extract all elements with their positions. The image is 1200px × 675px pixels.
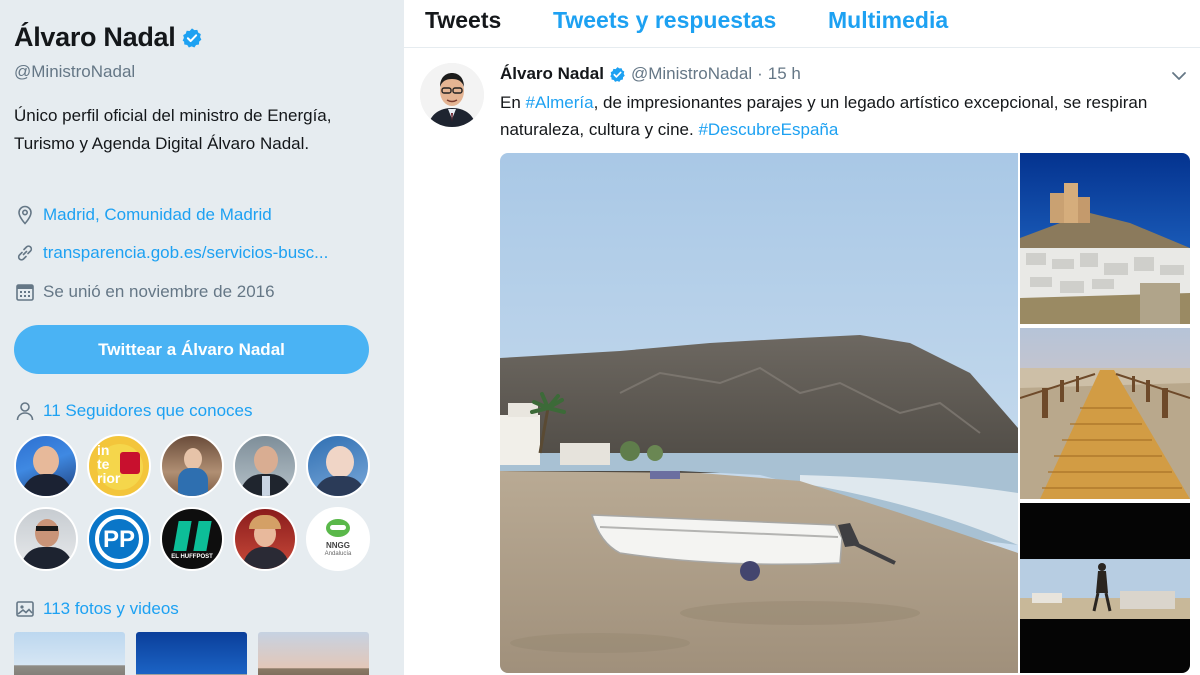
profile-name: Álvaro Nadal	[14, 22, 176, 52]
image-icon	[14, 599, 36, 619]
follower-avatar-6[interactable]	[14, 507, 78, 571]
tweet-author-handle[interactable]: @MinistroNadal	[631, 64, 752, 84]
hashtag-almeria[interactable]: #Almería	[526, 93, 594, 112]
website-link[interactable]: transparencia.gob.es/servicios-busc...	[43, 243, 328, 263]
follower-avatar-9[interactable]	[233, 507, 297, 571]
interior-logo-text-3: rior	[97, 470, 121, 486]
follower-avatar-5[interactable]	[306, 434, 370, 498]
followers-you-know-link[interactable]: 11 Seguidores que conoces	[43, 401, 253, 421]
tweet[interactable]: Álvaro Nadal @MinistroNadal · 15 h En #A…	[404, 49, 1200, 675]
tab-media[interactable]: Multimedia	[828, 7, 948, 34]
boardwalk-image	[1020, 328, 1190, 499]
media-thumbnail-beach[interactable]	[14, 632, 125, 675]
tab-tweets[interactable]: Tweets	[425, 7, 501, 34]
link-icon	[14, 242, 36, 264]
profile-joined: Se unió en noviembre de 2016	[14, 281, 275, 303]
hashtag-descubre-espana[interactable]: #DescubreEspaña	[698, 120, 838, 139]
media-thumbnails	[14, 632, 369, 675]
follower-avatar-pp[interactable]: PP	[87, 507, 151, 571]
tweet-header: Álvaro Nadal @MinistroNadal · 15 h	[500, 64, 801, 84]
follower-avatar-3[interactable]	[160, 434, 224, 498]
castle-village-image	[1020, 153, 1190, 324]
media-thumbnail-castle[interactable]	[136, 632, 247, 675]
joined-text: Se unió en noviembre de 2016	[43, 282, 275, 301]
profile-sidebar: Álvaro Nadal @MinistroNadal Único perfil…	[0, 0, 404, 675]
tweet-media-grid	[500, 153, 1190, 673]
interior-logo-text-1: in	[97, 442, 110, 458]
location-link[interactable]: Madrid, Comunidad de Madrid	[43, 205, 272, 225]
chevron-down-icon[interactable]	[1170, 67, 1188, 85]
beach-photo[interactable]	[500, 153, 1018, 673]
follower-avatar-nnggg[interactable]: NNGG Andalucía	[306, 507, 370, 571]
film-scene-photo[interactable]	[1020, 503, 1190, 673]
followers-you-know: 11 Seguidores que conoces	[14, 401, 253, 421]
tweet-separator: ·	[757, 64, 763, 83]
profile-bio: Único perfil oficial del ministro de Ene…	[14, 106, 332, 153]
calendar-icon	[14, 281, 36, 303]
profile-handle: @MinistroNadal	[14, 62, 136, 81]
media-thumbnail-boardwalk[interactable]	[258, 632, 369, 675]
tab-tweets-and-replies[interactable]: Tweets y respuestas	[553, 7, 776, 34]
verified-badge-icon	[183, 27, 202, 48]
tweet-timestamp[interactable]: 15 h	[768, 64, 801, 84]
tweet-author-avatar[interactable]	[420, 63, 484, 127]
tweet-author-name[interactable]: Álvaro Nadal	[500, 64, 604, 84]
follower-avatar-1[interactable]	[14, 434, 78, 498]
castle-village-photo[interactable]	[1020, 153, 1190, 324]
photos-videos: 113 fotos y videos	[14, 599, 179, 619]
tweet-to-button[interactable]: Twittear a Álvaro Nadal	[14, 325, 369, 374]
profile-location: Madrid, Comunidad de Madrid	[14, 204, 272, 226]
film-scene-image	[1020, 503, 1190, 673]
profile-name-row: Álvaro Nadal	[14, 22, 203, 53]
pp-logo-text: PP	[102, 526, 135, 553]
tweet-text: En #Almería, de impresionantes parajes y…	[500, 89, 1170, 143]
timeline-column: Tweets Tweets y respuestas Multimedia Ál…	[404, 0, 1200, 675]
interior-logo-text-2: te	[97, 456, 110, 472]
map-pin-icon	[14, 204, 36, 226]
follower-avatar-interior[interactable]: in te rior	[87, 434, 151, 498]
tweet-text-part: En	[500, 93, 526, 112]
photos-videos-link[interactable]: 113 fotos y videos	[43, 599, 179, 619]
follower-avatar-grid: in te rior PP EL HUFFPOST NNGG Andalucía	[14, 434, 384, 571]
follower-avatar-4[interactable]	[233, 434, 297, 498]
huffpost-logo-text: EL HUFFPOST	[171, 554, 213, 560]
beach-scene-image	[500, 153, 1018, 673]
author-portrait-icon	[420, 63, 484, 127]
boardwalk-photo[interactable]	[1020, 328, 1190, 499]
nnggg-logo-text: NNGG	[326, 541, 350, 550]
nnggg-logo-subtext: Andalucía	[324, 551, 352, 557]
verified-badge-icon	[610, 66, 625, 82]
person-icon	[14, 401, 36, 421]
profile-tabs: Tweets Tweets y respuestas Multimedia	[404, 0, 1200, 48]
follower-avatar-huffpost[interactable]: EL HUFFPOST	[160, 507, 224, 571]
profile-website: transparencia.gob.es/servicios-busc...	[14, 242, 328, 264]
